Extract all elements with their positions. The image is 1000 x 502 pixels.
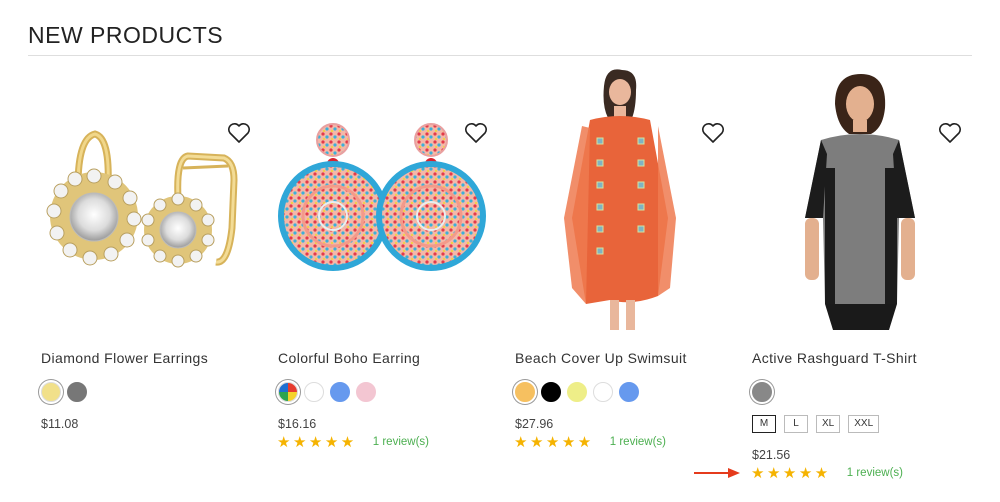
color-swatch-white[interactable] — [593, 382, 613, 402]
color-swatch-gray[interactable] — [67, 382, 87, 402]
color-swatch-multicolor[interactable] — [278, 382, 298, 402]
size-options: M L XL XXL — [752, 415, 880, 433]
cover-up-dress-icon[interactable] — [502, 68, 739, 336]
product-name[interactable]: Beach Cover Up Swimsuit — [515, 350, 687, 366]
reviews-link[interactable]: 1 review(s) — [610, 436, 666, 448]
product-price: $16.16 — [278, 417, 317, 431]
product-name[interactable]: Active Rashguard T-Shirt — [752, 350, 917, 366]
size-option-xl[interactable]: XL — [816, 415, 841, 433]
product-card-colorful-boho-earring[interactable]: Colorful Boho Earring $16.16 ★★★★★ 1 rev… — [265, 64, 502, 502]
section-divider — [28, 55, 972, 56]
reviews-link[interactable]: 1 review(s) — [373, 436, 429, 448]
rating: ★★★★★ 1 review(s) — [514, 433, 666, 451]
color-swatches — [278, 382, 376, 402]
size-option-m[interactable]: M — [752, 415, 776, 433]
color-swatch-black[interactable] — [541, 382, 561, 402]
color-swatch-gray[interactable] — [752, 382, 772, 402]
product-price: $11.08 — [41, 417, 79, 431]
color-swatch-gold[interactable] — [41, 382, 61, 402]
color-swatch-blue[interactable] — [330, 382, 350, 402]
star-rating-icon: ★★★★★ — [514, 434, 594, 451]
rashguard-shirt-icon[interactable] — [739, 68, 976, 336]
product-name[interactable]: Colorful Boho Earring — [278, 350, 420, 366]
color-swatch-blue[interactable] — [619, 382, 639, 402]
star-rating-icon: ★★★★★ — [751, 465, 831, 482]
product-card-diamond-flower-earrings[interactable]: Diamond Flower Earrings $11.08 — [28, 64, 265, 502]
section-title: NEW PRODUCTS — [28, 22, 224, 48]
heart-outline-icon[interactable] — [938, 122, 962, 144]
reviews-link[interactable]: 1 review(s) — [847, 467, 903, 479]
earrings-icon[interactable] — [28, 68, 265, 336]
rating: ★★★★★ 1 review(s) — [277, 433, 429, 451]
product-price: $21.56 — [752, 448, 791, 462]
heart-outline-icon[interactable] — [464, 122, 488, 144]
size-option-xxl[interactable]: XXL — [848, 415, 880, 433]
heart-outline-icon[interactable] — [227, 122, 251, 144]
arrow-icon — [694, 468, 740, 478]
product-price: $27.96 — [515, 417, 554, 431]
color-swatch-orange[interactable] — [515, 382, 535, 402]
color-swatches — [515, 382, 639, 402]
size-option-l[interactable]: L — [784, 415, 808, 433]
color-swatch-yellow[interactable] — [567, 382, 587, 402]
beaded-earrings-icon[interactable] — [265, 68, 502, 336]
color-swatches — [41, 382, 87, 402]
star-rating-icon: ★★★★★ — [277, 434, 357, 451]
rating: ★★★★★ 1 review(s) — [751, 464, 903, 482]
product-card-beach-cover-up-swimsuit[interactable]: Beach Cover Up Swimsuit $27.96 ★★★★★ 1 r… — [502, 64, 739, 502]
heart-outline-icon[interactable] — [701, 122, 725, 144]
product-card-active-rashguard-t-shirt[interactable]: Active Rashguard T-Shirt M L XL XXL $21.… — [739, 64, 976, 502]
color-swatches — [752, 382, 772, 402]
color-swatch-pink[interactable] — [356, 382, 376, 402]
color-swatch-white[interactable] — [304, 382, 324, 402]
product-name[interactable]: Diamond Flower Earrings — [41, 350, 208, 366]
